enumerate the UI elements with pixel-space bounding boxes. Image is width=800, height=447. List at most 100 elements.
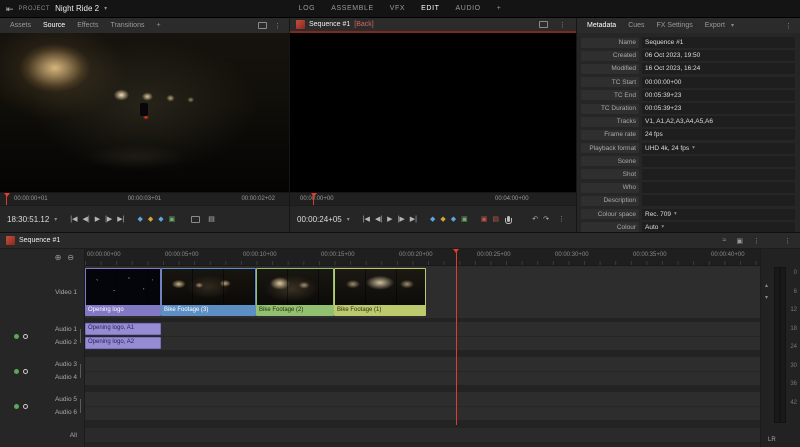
timeline-tracks-area[interactable]: 00:00:00+00 00:00:05+00 00:00:10+00 00:0… [85, 249, 760, 447]
step-back-button[interactable]: ◀| [375, 215, 382, 223]
step-forward-button[interactable]: |▶ [105, 215, 112, 223]
field-value-description[interactable] [642, 195, 795, 206]
monitor-enable-icon[interactable] [23, 369, 28, 374]
mark-in-button[interactable]: ◆ [137, 215, 142, 223]
fullscreen-icon[interactable] [258, 22, 267, 29]
audio-1-row[interactable] [85, 322, 760, 336]
sequence-playhead[interactable] [313, 193, 314, 205]
jump-to-start-button[interactable]: |◀ [363, 215, 370, 223]
audio-3-4-lane[interactable] [85, 357, 760, 385]
sequence-scrub-bar[interactable]: 00:00:00+00 00:04:00+00 [290, 192, 576, 205]
timeline-playhead[interactable] [456, 249, 457, 425]
tab-metadata[interactable]: Metadata [581, 22, 622, 29]
clip-bike-footage-1[interactable]: Bike Footage (1) [334, 268, 426, 316]
field-value-playback-format[interactable]: UHD 4k, 24 fps▾ [642, 143, 795, 154]
chevron-down-icon[interactable]: ▾ [661, 224, 664, 230]
chevron-down-icon[interactable]: ▾ [347, 216, 350, 223]
play-button[interactable]: ▶ [95, 215, 100, 223]
audio-4-row[interactable] [85, 371, 760, 385]
chevron-down-icon[interactable]: ▾ [104, 5, 107, 12]
source-scrub-bar[interactable]: 00:00:00+01 00:00:03+01 00:00:02+02 [0, 192, 289, 205]
scroll-down-icon[interactable]: ▾ [765, 295, 768, 301]
timeline-ruler[interactable]: 00:00:00+00 00:00:05+00 00:00:10+00 00:0… [85, 249, 760, 266]
audio-2-row[interactable] [85, 336, 760, 350]
audio-pair-2-header[interactable]: Audio 3Audio 4 [0, 357, 84, 385]
mark-out-button[interactable]: ◆ [451, 215, 456, 223]
record-enable-icon[interactable] [14, 334, 19, 339]
redo-button[interactable]: ↷ [543, 215, 549, 223]
kebab-menu-icon[interactable]: ⋮ [781, 22, 796, 30]
replace-button[interactable]: ▤ [492, 215, 499, 223]
source-viewer[interactable] [0, 33, 289, 192]
audio-1-2-lane[interactable]: Opening logo, A1 Opening logo, A2 [85, 322, 760, 350]
field-value-scene[interactable] [642, 156, 795, 167]
jump-to-end-button[interactable]: ▶| [117, 215, 124, 223]
undo-button[interactable]: ↶ [532, 215, 538, 223]
tab-vfx[interactable]: VFX [390, 5, 405, 12]
tab-assemble[interactable]: ASSEMBLE [331, 5, 374, 12]
chevron-down-icon[interactable]: ▾ [692, 145, 695, 151]
sequence-viewer[interactable] [290, 33, 576, 192]
mark-in-button[interactable]: ◆ [430, 215, 435, 223]
scroll-up-icon[interactable]: ▴ [765, 283, 768, 289]
exit-project-icon[interactable]: ⇤ [6, 0, 14, 18]
audio-5-row[interactable] [85, 392, 760, 406]
timeline-sequence-title[interactable]: Sequence #1 [19, 237, 60, 244]
record-enable-icon[interactable] [14, 404, 19, 409]
zoom-in-icon[interactable]: ⊕ [55, 253, 62, 262]
step-forward-button[interactable]: |▶ [398, 215, 405, 223]
fullscreen-icon[interactable] [539, 21, 548, 28]
show-on-monitor-icon[interactable] [191, 216, 200, 223]
mark-out-button[interactable]: ◆ [158, 215, 163, 223]
kebab-menu-icon[interactable]: ⋮ [750, 237, 763, 245]
audio-5-6-lane[interactable] [85, 392, 760, 420]
voiceover-mic-icon[interactable] [507, 216, 510, 222]
tab-cues[interactable]: Cues [622, 22, 650, 29]
source-timecode-display[interactable]: 18:30:51.12 [7, 215, 49, 224]
add-tab-button[interactable]: + [150, 22, 166, 29]
tab-audio[interactable]: AUDIO [456, 5, 481, 12]
monitor-enable-icon[interactable] [23, 404, 28, 409]
audio-waveform-toggle-icon[interactable]: ≈ [720, 237, 730, 244]
audio-clip-opening-logo-a2[interactable]: Opening logo, A2 [85, 337, 161, 349]
add-cue-button[interactable]: ◆ [440, 215, 445, 223]
kebab-menu-icon[interactable]: ⋮ [555, 21, 570, 29]
zoom-out-icon[interactable]: ⊖ [67, 253, 74, 262]
play-button[interactable]: ▶ [387, 215, 392, 223]
back-link[interactable]: [Back] [354, 21, 373, 28]
tab-source[interactable]: Source [37, 22, 71, 29]
step-back-button[interactable]: ◀| [82, 215, 89, 223]
field-value-shot[interactable] [642, 169, 795, 180]
audio-3-row[interactable] [85, 357, 760, 371]
clip-opening-logo[interactable]: Opening logo [85, 268, 161, 316]
meter-kebab-menu-icon[interactable]: ⋮ [781, 237, 794, 245]
remove-button[interactable]: ▣ [481, 215, 488, 223]
sequence-timecode-display[interactable]: 00:00:24+05 [297, 215, 342, 224]
source-playhead[interactable] [6, 193, 7, 205]
kebab-menu-icon[interactable]: ⋮ [270, 22, 285, 30]
project-name[interactable]: Night Ride 2 [55, 4, 99, 13]
add-room-button[interactable]: + [497, 5, 502, 12]
field-value-who[interactable] [642, 182, 795, 193]
tab-fx-settings[interactable]: FX Settings [651, 22, 699, 29]
field-value-name[interactable]: Sequence #1 [642, 37, 795, 48]
field-value-tc-start[interactable]: 00:00:00+00 [642, 77, 795, 88]
chevron-down-icon[interactable]: ▾ [54, 216, 57, 223]
tab-edit[interactable]: EDIT [421, 5, 439, 12]
park-button[interactable]: ▣ [169, 215, 176, 223]
park-button[interactable]: ▣ [461, 215, 468, 223]
audio-clip-opening-logo-a1[interactable]: Opening logo, A1 [85, 323, 161, 335]
field-value-colour-space[interactable]: Rec. 709▾ [642, 209, 795, 220]
sequence-title[interactable]: Sequence #1 [309, 21, 350, 28]
layers-icon[interactable]: ▣ [733, 237, 746, 245]
jump-to-start-button[interactable]: |◀ [70, 215, 77, 223]
clip-bike-footage-3[interactable]: Bike Footage (3) [161, 268, 256, 316]
record-enable-icon[interactable] [14, 369, 19, 374]
video-1-lane[interactable]: Opening logo Bike Footage (3) Bike Foota… [85, 266, 760, 318]
audio-pair-1-header[interactable]: Audio 1Audio 2 [0, 322, 84, 350]
chevron-down-icon[interactable]: ▾ [674, 211, 677, 217]
tab-assets[interactable]: Assets [4, 22, 37, 29]
more-tabs-chevron-icon[interactable]: ▾ [731, 22, 734, 29]
jump-to-end-button[interactable]: ▶| [410, 215, 417, 223]
tab-export[interactable]: Export [699, 22, 731, 29]
